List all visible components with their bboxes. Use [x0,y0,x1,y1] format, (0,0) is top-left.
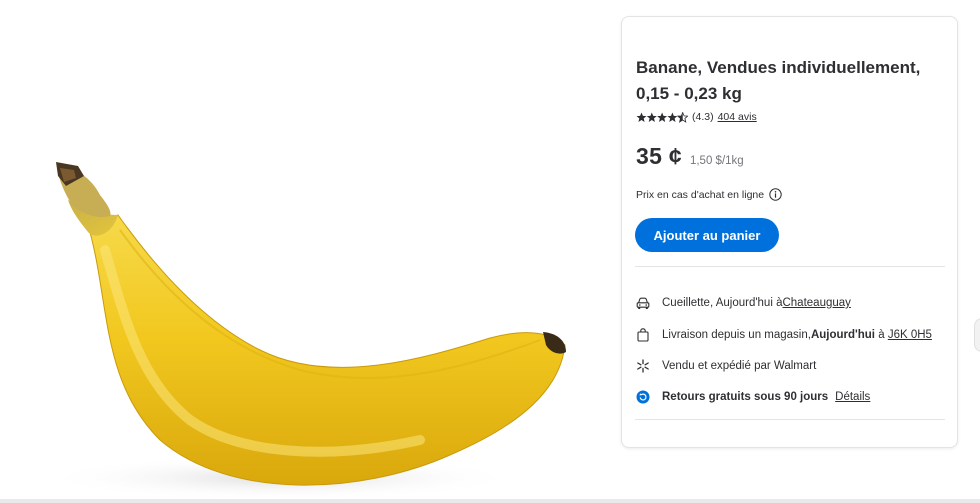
divider-bottom [635,419,945,420]
unit-price: 1,50 $/1kg [689,155,744,167]
bottom-border [0,499,980,503]
delivery-row: Livraison depuis un magasin, Aujourd'hui… [635,327,932,343]
walmart-spark-icon [635,358,651,374]
product-page: Banane, Vendues individuellement, 0,15 -… [0,0,980,503]
star-rating [636,111,688,123]
returns-text: Retours gratuits sous 90 jours [662,391,829,403]
returns-details-link[interactable]: Détails [835,391,870,403]
seller-row: Vendu et expédié par Walmart [635,358,816,374]
add-to-cart-button[interactable]: Ajouter au panier [635,218,779,252]
car-icon [635,295,651,311]
rating-value: (4.3) [692,111,714,123]
divider [635,266,945,267]
info-icon[interactable] [769,188,782,201]
return-icon [635,389,651,405]
price: 35 ¢ [636,143,682,169]
seller-text: Vendu et expédié par Walmart [662,360,817,372]
online-price-note: Prix en cas d'achat en ligne [636,188,782,201]
store-link[interactable]: Chateauguay [782,297,850,309]
rating-row[interactable]: (4.3) 404 avis [636,110,757,124]
online-price-label: Prix en cas d'achat en ligne [636,188,765,201]
banana-image [40,162,566,500]
product-image[interactable] [0,0,600,503]
reviews-link[interactable]: 404 avis [718,111,757,123]
pickup-text: Cueillette, Aujourd'hui à [662,297,783,309]
delivery-day: Aujourd'hui [810,329,876,341]
pickup-row: Cueillette, Aujourd'hui à Chateauguay [635,295,851,311]
delivery-middle: à [875,329,888,341]
product-title: Banane, Vendues individuellement, 0,15 -… [636,58,921,103]
carousel-next-button[interactable] [974,318,980,352]
star-icon [636,111,688,123]
delivery-text: Livraison depuis un magasin, [662,329,811,341]
price-row: 35 ¢ 1,50 $/1kg [636,143,744,170]
postal-code-link[interactable]: J6K 0H5 [888,329,932,341]
product-info-card: Banane, Vendues individuellement, 0,15 -… [621,16,958,448]
returns-row: Retours gratuits sous 90 jours Détails [635,389,870,405]
bag-icon [635,327,651,343]
